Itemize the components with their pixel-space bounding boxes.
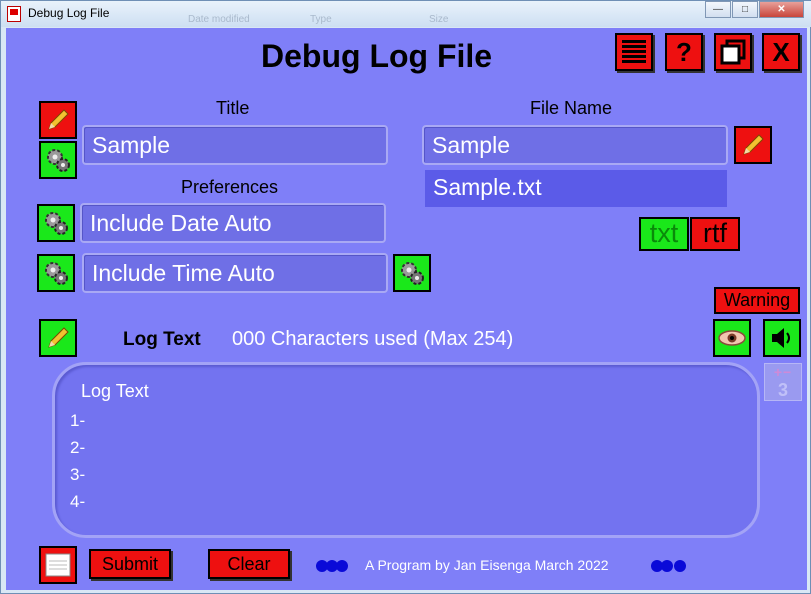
- log-line: 3-: [70, 465, 86, 484]
- include-time-option[interactable]: Include Time Auto: [82, 253, 388, 293]
- log-line: 4-: [70, 492, 86, 511]
- pencil-icon: [48, 109, 69, 130]
- help-button[interactable]: ?: [665, 33, 703, 71]
- list-icon: [622, 40, 646, 63]
- page-title: Debug Log File: [261, 38, 493, 74]
- title-label: Title: [216, 98, 250, 118]
- view-button[interactable]: [713, 319, 751, 357]
- title-settings-button[interactable]: [39, 141, 77, 179]
- ghost-column-date: Date modified: [188, 14, 250, 25]
- menu-button[interactable]: [615, 33, 653, 71]
- decoration-dot: [661, 560, 673, 572]
- eye-icon: [718, 330, 746, 346]
- line-count-value: 3: [777, 380, 788, 400]
- gears-icon: [401, 262, 424, 285]
- full-file-name: Sample.txt: [425, 170, 727, 207]
- edit-file-name-button[interactable]: [734, 126, 772, 164]
- close-icon: X: [772, 36, 790, 67]
- log-line: 2-: [70, 438, 86, 457]
- help-icon: ?: [676, 36, 692, 67]
- restore-button[interactable]: [714, 33, 752, 71]
- pencil-icon: [48, 327, 69, 348]
- log-text-area[interactable]: Log Text 1- 2- 3- 4-: [52, 362, 760, 538]
- ghost-column-type: Type: [310, 14, 332, 25]
- line-count-control: +− 3: [764, 363, 802, 401]
- include-date-option[interactable]: Include Date Auto: [80, 203, 386, 243]
- minimize-button[interactable]: —: [705, 1, 731, 18]
- warning-badge[interactable]: Warning: [714, 287, 800, 314]
- ghost-column-size: Size: [429, 14, 449, 25]
- gears-icon: [47, 149, 70, 172]
- notes-button[interactable]: [39, 546, 77, 584]
- speaker-icon: [772, 328, 790, 348]
- maximize-button[interactable]: □: [732, 1, 758, 18]
- pencil-icon: [743, 134, 764, 155]
- plus-minus-icon: +−: [773, 364, 793, 380]
- note-icon: [45, 553, 71, 577]
- character-counter: 000 Characters used (Max 254): [232, 328, 514, 350]
- log-text-label: Log Text: [123, 329, 201, 350]
- file-name-input[interactable]: Sample: [422, 125, 728, 165]
- window-close-button[interactable]: ✕: [759, 1, 804, 18]
- decoration-dot: [674, 560, 686, 572]
- submit-button[interactable]: Submit: [89, 549, 171, 579]
- window-title: Debug Log File: [28, 6, 110, 20]
- log-box-title: Log Text: [81, 381, 149, 401]
- app-icon: [7, 6, 21, 22]
- gears-icon: [45, 262, 68, 285]
- date-settings-button[interactable]: [37, 204, 75, 242]
- exit-button[interactable]: X: [762, 33, 800, 71]
- title-input[interactable]: Sample: [82, 125, 388, 165]
- preferences-label: Preferences: [181, 177, 279, 197]
- time-settings-button[interactable]: [37, 254, 75, 292]
- log-line: 1-: [70, 411, 86, 430]
- main-panel: Debug Log File ? X Title Sample File Nam…: [6, 28, 807, 590]
- edit-log-button[interactable]: [39, 319, 77, 357]
- footer-credit: A Program by Jan Eisenga March 2022: [365, 557, 609, 573]
- file-name-label: File Name: [530, 98, 613, 118]
- gears-icon: [45, 212, 68, 235]
- restore-icon: [720, 39, 746, 65]
- rtf-format-button[interactable]: rtf: [690, 217, 740, 251]
- edit-title-button[interactable]: [39, 101, 77, 139]
- window-titlebar[interactable]: Debug Log File Date modified Type Size —…: [1, 1, 811, 27]
- sound-button[interactable]: [763, 319, 801, 357]
- time-extra-settings-button[interactable]: [393, 254, 431, 292]
- txt-format-button[interactable]: txt: [639, 217, 689, 251]
- clear-button[interactable]: Clear: [208, 549, 290, 579]
- app-window: Debug Log File Date modified Type Size —…: [0, 0, 811, 594]
- decoration-dot: [336, 560, 348, 572]
